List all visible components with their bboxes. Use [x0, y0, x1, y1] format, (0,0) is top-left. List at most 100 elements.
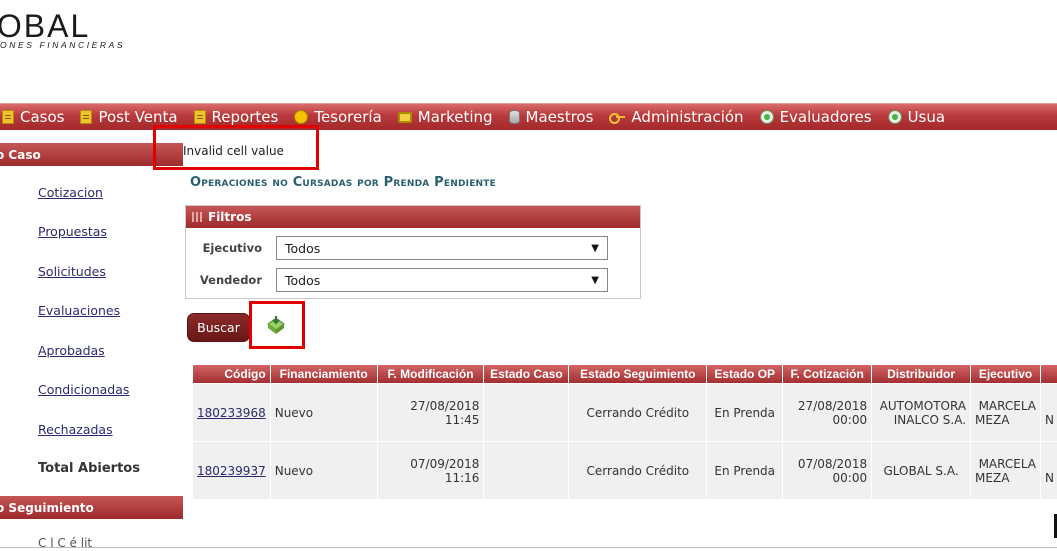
ejecutivo-select-value: Todos [285, 240, 321, 256]
column-header-distribuidor[interactable]: Distribuidor [872, 365, 972, 383]
cell-financiamiento: Nuevo [270, 441, 378, 499]
ejecutivo-name: MARCELA [978, 398, 1036, 413]
sidebar-item-cotizacion[interactable]: Cotizacion [38, 185, 103, 200]
ejecutivo-surname: MEZA [975, 470, 1010, 485]
results-table: Código Financiamiento F. Modificación Es… [193, 365, 1057, 499]
column-header-ejecutivo[interactable]: Ejecutivo [971, 365, 1041, 383]
menu-evaluadores[interactable]: Evaluadores [752, 104, 880, 130]
f-cotizacion-time: 00:00 [832, 412, 868, 427]
case-code-link[interactable]: 180239937 [197, 464, 266, 478]
monitor-icon [397, 111, 412, 123]
filters-panel: Filtros Ejecutivo Todos ▼ Vendedor Todos… [185, 205, 641, 299]
column-header-extra[interactable] [1041, 365, 1057, 383]
cell-distribuidor: GLOBAL S.A. [872, 441, 972, 499]
cell-extra: N [1041, 441, 1057, 499]
column-header-f-modificacion[interactable]: F. Modificación [377, 365, 485, 383]
bottom-divider [0, 547, 1057, 548]
extra-value: N [1045, 470, 1054, 485]
page-root: .OBAL ONES FINANCIERAS Casos Post Venta … [0, 0, 1057, 551]
database-icon [508, 110, 520, 124]
cell-codigo: 180239937 [193, 441, 271, 499]
sidebar-item-aprobadas[interactable]: Aprobadas [38, 343, 105, 358]
highlight-box-error [153, 125, 319, 170]
cell-estado-seguimiento: Cerrando Crédito [569, 383, 708, 441]
f-cotizacion-date: 27/08/2018 [797, 398, 868, 413]
menu-maestros[interactable]: Maestros [501, 104, 602, 130]
table-row: 180233968 Nuevo 27/08/2018 11:45 Cerrand… [193, 383, 1057, 441]
filter-ejecutivo-label: Ejecutivo [202, 241, 262, 255]
menu-label: Tesorería [314, 108, 382, 126]
evaluator-icon [887, 110, 902, 124]
cell-estado-op: En Prenda [707, 441, 784, 499]
cell-distribuidor: AUTOMOTORA INALCO S.A. [872, 383, 972, 441]
cell-f-modificacion: 07/09/2018 11:16 [377, 441, 485, 499]
f-modificacion-date: 27/08/2018 [410, 398, 480, 413]
cell-ejecutivo: MARCELA MEZA [971, 441, 1041, 499]
menu-usuarios[interactable]: Usua [880, 104, 954, 130]
menu-label: Usua [907, 108, 946, 126]
sidebar-item-propuestas[interactable]: Propuestas [38, 224, 107, 239]
menu-label: Reportes [211, 108, 279, 126]
f-modificacion-date: 07/09/2018 [410, 456, 480, 471]
sidebar-item-solicitudes[interactable]: Solicitudes [38, 264, 106, 279]
table-header-row: Código Financiamiento F. Modificación Es… [193, 365, 1057, 383]
cell-estado-caso [484, 441, 570, 499]
sidebar-section-seguimiento[interactable]: o Seguimiento [0, 496, 183, 519]
page-title: Operaciones no Cursadas por Prenda Pendi… [190, 175, 496, 190]
note-icon [193, 110, 206, 124]
sidebar-section-label: o Caso [0, 147, 41, 162]
menu-label: Evaluadores [779, 108, 872, 126]
filters-header: Filtros [186, 206, 640, 228]
column-header-financiamiento[interactable]: Financiamiento [270, 365, 378, 383]
ejecutivo-surname: MEZA [975, 412, 1010, 427]
menu-administracion[interactable]: Administración [601, 104, 751, 130]
search-button[interactable]: Buscar [187, 313, 250, 342]
filter-ejecutivo-row: Ejecutivo Todos ▼ [186, 236, 608, 260]
column-header-estado-op[interactable]: Estado OP [707, 365, 784, 383]
menu-casos[interactable]: Casos [0, 104, 72, 130]
f-cotizacion-date: 07/08/2018 [797, 456, 868, 471]
filter-vendedor-row: Vendedor Todos ▼ [186, 268, 608, 292]
vendedor-select[interactable]: Todos ▼ [276, 268, 608, 292]
menu-label: Casos [20, 108, 65, 126]
cell-f-cotizacion: 27/08/2018 00:00 [783, 383, 873, 441]
column-header-estado-caso[interactable]: Estado Caso [484, 365, 570, 383]
cell-f-modificacion: 27/08/2018 11:45 [377, 383, 485, 441]
case-code-link[interactable]: 180233968 [197, 406, 266, 420]
cell-codigo: 180233968 [193, 383, 271, 441]
column-header-estado-seguimiento[interactable]: Estado Seguimiento [569, 365, 708, 383]
sidebar-section-label: o Seguimiento [0, 500, 94, 515]
sidebar-item-evaluaciones[interactable]: Evaluaciones [38, 303, 120, 318]
sidebar-total-abiertos: Total Abiertos [38, 461, 140, 476]
note-icon [2, 110, 14, 124]
chevron-down-icon: ▼ [591, 274, 599, 286]
key-icon [609, 113, 626, 124]
menu-marketing[interactable]: Marketing [390, 104, 501, 130]
sidebar-item-rechazadas[interactable]: Rechazadas [38, 422, 113, 437]
menu-label: Maestros [525, 108, 594, 126]
ejecutivo-select[interactable]: Todos ▼ [276, 236, 608, 260]
f-cotizacion-time: 00:00 [832, 470, 868, 485]
f-modificacion-time: 11:45 [444, 412, 480, 427]
sidebar-item-condicionadas[interactable]: Condicionadas [38, 382, 129, 397]
company-logo: .OBAL ONES FINANCIERAS [0, 6, 160, 50]
grip-icon [192, 212, 202, 222]
note-icon [80, 110, 93, 124]
vendedor-select-value: Todos [285, 272, 321, 288]
filters-title: Filtros [208, 210, 252, 224]
cell-estado-caso [484, 383, 570, 441]
table-row: 180239937 Nuevo 07/09/2018 11:16 Cerrand… [193, 441, 1057, 499]
column-header-f-cotizacion[interactable]: F. Cotización [783, 365, 873, 383]
evaluator-icon [759, 110, 774, 124]
cell-ejecutivo: MARCELA MEZA [971, 383, 1041, 441]
cell-financiamiento: Nuevo [270, 383, 378, 441]
highlight-box-export [249, 301, 305, 349]
chevron-down-icon: ▼ [591, 242, 599, 254]
f-modificacion-time: 11:16 [444, 470, 480, 485]
menu-label: Post Venta [98, 108, 178, 126]
logo-tagline: ONES FINANCIERAS [0, 40, 126, 50]
column-header-codigo[interactable]: Código [193, 365, 271, 383]
coin-icon [294, 110, 309, 124]
menu-label: Administración [631, 108, 744, 126]
menu-label: Marketing [417, 108, 493, 126]
